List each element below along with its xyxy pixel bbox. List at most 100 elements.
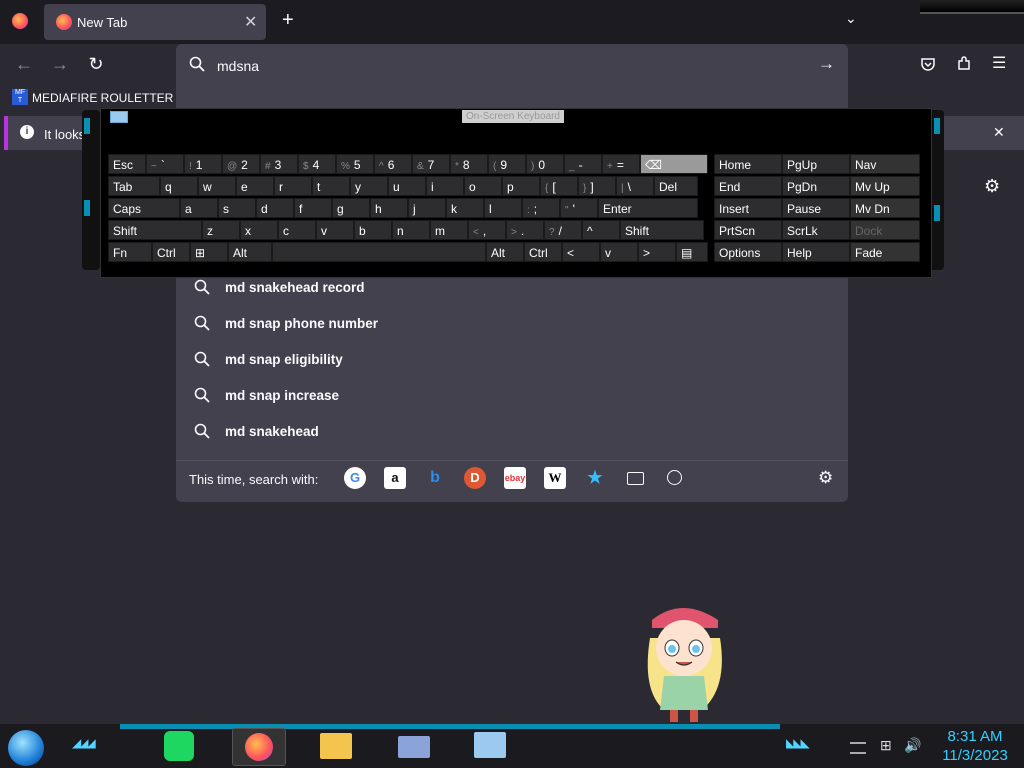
history-icon[interactable] — [664, 467, 686, 489]
file-explorer-taskbar-icon[interactable] — [320, 733, 352, 759]
bing-icon[interactable]: b — [424, 467, 446, 489]
bookmark-mediafire[interactable]: MEDIAFIRE ROULETTER — [32, 91, 173, 105]
suggestion-row[interactable]: md snap phone number — [190, 309, 830, 339]
keyboard-key[interactable]: ^ — [582, 220, 620, 240]
keyboard-nav-key[interactable]: Fade — [850, 242, 920, 262]
keyboard-nav-key[interactable]: Nav — [850, 154, 920, 174]
keyboard-key[interactable]: k — [446, 198, 484, 218]
keyboard-key[interactable]: ^ 6 — [374, 154, 412, 174]
settings-gear-icon[interactable]: ⚙ — [984, 176, 1000, 197]
search-settings-gear-icon[interactable]: ⚙ — [818, 468, 833, 488]
keyboard-key[interactable]: o — [464, 176, 502, 196]
volume-icon[interactable]: 🔊 — [904, 737, 921, 754]
keyboard-key[interactable]: l — [484, 198, 522, 218]
keyboard-key[interactable]: }] — [578, 176, 616, 196]
wikipedia-icon[interactable]: W — [544, 467, 566, 489]
start-orb-button[interactable] — [8, 730, 44, 766]
keyboard-key[interactable]: <, — [468, 220, 506, 240]
keyboard-key[interactable]: z — [202, 220, 240, 240]
keyboard-key[interactable]: Shift — [108, 220, 202, 240]
keyboard-nav-key[interactable]: Help — [782, 242, 850, 262]
keyboard-nav-key[interactable]: PgUp — [782, 154, 850, 174]
keyboard-key[interactable] — [272, 242, 486, 262]
reload-icon[interactable]: ↻ — [82, 50, 110, 78]
keyboard-key[interactable]: d — [256, 198, 294, 218]
keyboard-key[interactable]: Shift — [620, 220, 704, 240]
ebay-icon[interactable]: ebay — [504, 467, 526, 489]
close-tab-icon[interactable]: ✕ — [244, 12, 257, 32]
tab-new-tab[interactable]: New Tab ✕ — [44, 4, 266, 40]
new-tab-button[interactable]: + — [282, 9, 294, 32]
keyboard-key[interactable]: _ - — [564, 154, 602, 174]
keyboard-nav-key[interactable]: PrtScn — [714, 220, 782, 240]
keyboard-key[interactable]: ) 0 — [526, 154, 564, 174]
back-arrow-icon[interactable]: ← — [10, 50, 38, 78]
keyboard-nav-key[interactable]: End — [714, 176, 782, 196]
keyboard-key[interactable]: t — [312, 176, 350, 196]
keyboard-key[interactable]: a — [180, 198, 218, 218]
keyboard-nav-key[interactable]: Mv Up — [850, 176, 920, 196]
keyboard-key[interactable]: * 8 — [450, 154, 488, 174]
keyboard-key[interactable]: Alt — [228, 242, 272, 262]
keyboard-key[interactable]: #3 — [260, 154, 298, 174]
keyboard-key[interactable]: g — [332, 198, 370, 218]
keyboard-key[interactable]: Enter — [598, 198, 698, 218]
keyboard-key[interactable]: :; — [522, 198, 560, 218]
keyboard-key[interactable]: (9 — [488, 154, 526, 174]
keyboard-key[interactable]: h — [370, 198, 408, 218]
keyboard-nav-key[interactable]: Home — [714, 154, 782, 174]
keyboard-key[interactable]: y — [350, 176, 388, 196]
keyboard-key[interactable]: w — [198, 176, 236, 196]
keyboard-key[interactable]: j — [408, 198, 446, 218]
keyboard-key[interactable]: e — [236, 176, 274, 196]
forward-arrow-icon[interactable]: → — [46, 50, 74, 78]
keyboard-key[interactable]: x — [240, 220, 278, 240]
keyboard-key[interactable]: c — [278, 220, 316, 240]
keyboard-key[interactable]: q — [160, 176, 198, 196]
keyboard-key[interactable]: & 7 — [412, 154, 450, 174]
keyboard-key[interactable]: | \ — [616, 176, 654, 196]
keyboard-key[interactable]: Esc — [108, 154, 146, 174]
bookmarks-icon[interactable]: ★ — [584, 467, 606, 489]
keyboard-key[interactable]: > — [638, 242, 676, 262]
keyboard-nav-key[interactable]: Options — [714, 242, 782, 262]
keyboard-key[interactable]: ! 1 — [184, 154, 222, 174]
firefox-taskbar-button[interactable] — [232, 728, 286, 766]
network-icon[interactable]: ⊞ — [880, 737, 892, 754]
keyboard-key[interactable]: m — [430, 220, 468, 240]
keyboard-nav-key[interactable]: Insert — [714, 198, 782, 218]
keyboard-key[interactable]: s — [218, 198, 256, 218]
keyboard-key[interactable]: u — [388, 176, 426, 196]
spotify-taskbar-icon[interactable] — [164, 731, 194, 761]
keyboard-key[interactable]: ~ ` — [146, 154, 184, 174]
taskbar-clock[interactable]: 8:31 AM 11/3/2023 — [932, 727, 1018, 765]
keyboard-key[interactable]: Alt — [486, 242, 524, 262]
keyboard-key[interactable]: + = — [602, 154, 640, 174]
amazon-icon[interactable]: a — [384, 467, 406, 489]
google-icon[interactable]: G — [344, 467, 366, 489]
keyboard-key[interactable]: $4 — [298, 154, 336, 174]
pocket-icon[interactable] — [920, 56, 936, 72]
keyboard-key[interactable]: {[ — [540, 176, 578, 196]
extensions-icon[interactable] — [956, 56, 972, 72]
tabs-icon[interactable] — [624, 467, 646, 489]
keyboard-key[interactable]: ⊞ — [190, 242, 228, 262]
keyboard-key[interactable]: Ctrl — [152, 242, 190, 262]
show-hidden-icons[interactable] — [850, 742, 866, 754]
keyboard-nav-key[interactable]: PgDn — [782, 176, 850, 196]
suggestion-row[interactable]: md snakehead — [190, 417, 830, 447]
keyboard-key[interactable]: % 5 — [336, 154, 374, 174]
firefox-view-icon[interactable] — [12, 13, 28, 29]
keyboard-key[interactable]: f — [294, 198, 332, 218]
close-notification-icon[interactable]: ✕ — [993, 124, 1005, 141]
keyboard-key[interactable]: b — [354, 220, 392, 240]
keyboard-key[interactable]: i — [426, 176, 464, 196]
keyboard-key[interactable]: " ' — [560, 198, 598, 218]
keyboard-key[interactable]: ▤ — [676, 242, 708, 262]
keyboard-nav-key[interactable]: Mv Dn — [850, 198, 920, 218]
keyboard-nav-key[interactable]: ScrLk — [782, 220, 850, 240]
keyboard-key[interactable]: v — [600, 242, 638, 262]
suggestion-row[interactable]: md snap increase — [190, 381, 830, 411]
url-input[interactable] — [215, 55, 779, 77]
duckduckgo-icon[interactable]: D — [464, 467, 486, 489]
